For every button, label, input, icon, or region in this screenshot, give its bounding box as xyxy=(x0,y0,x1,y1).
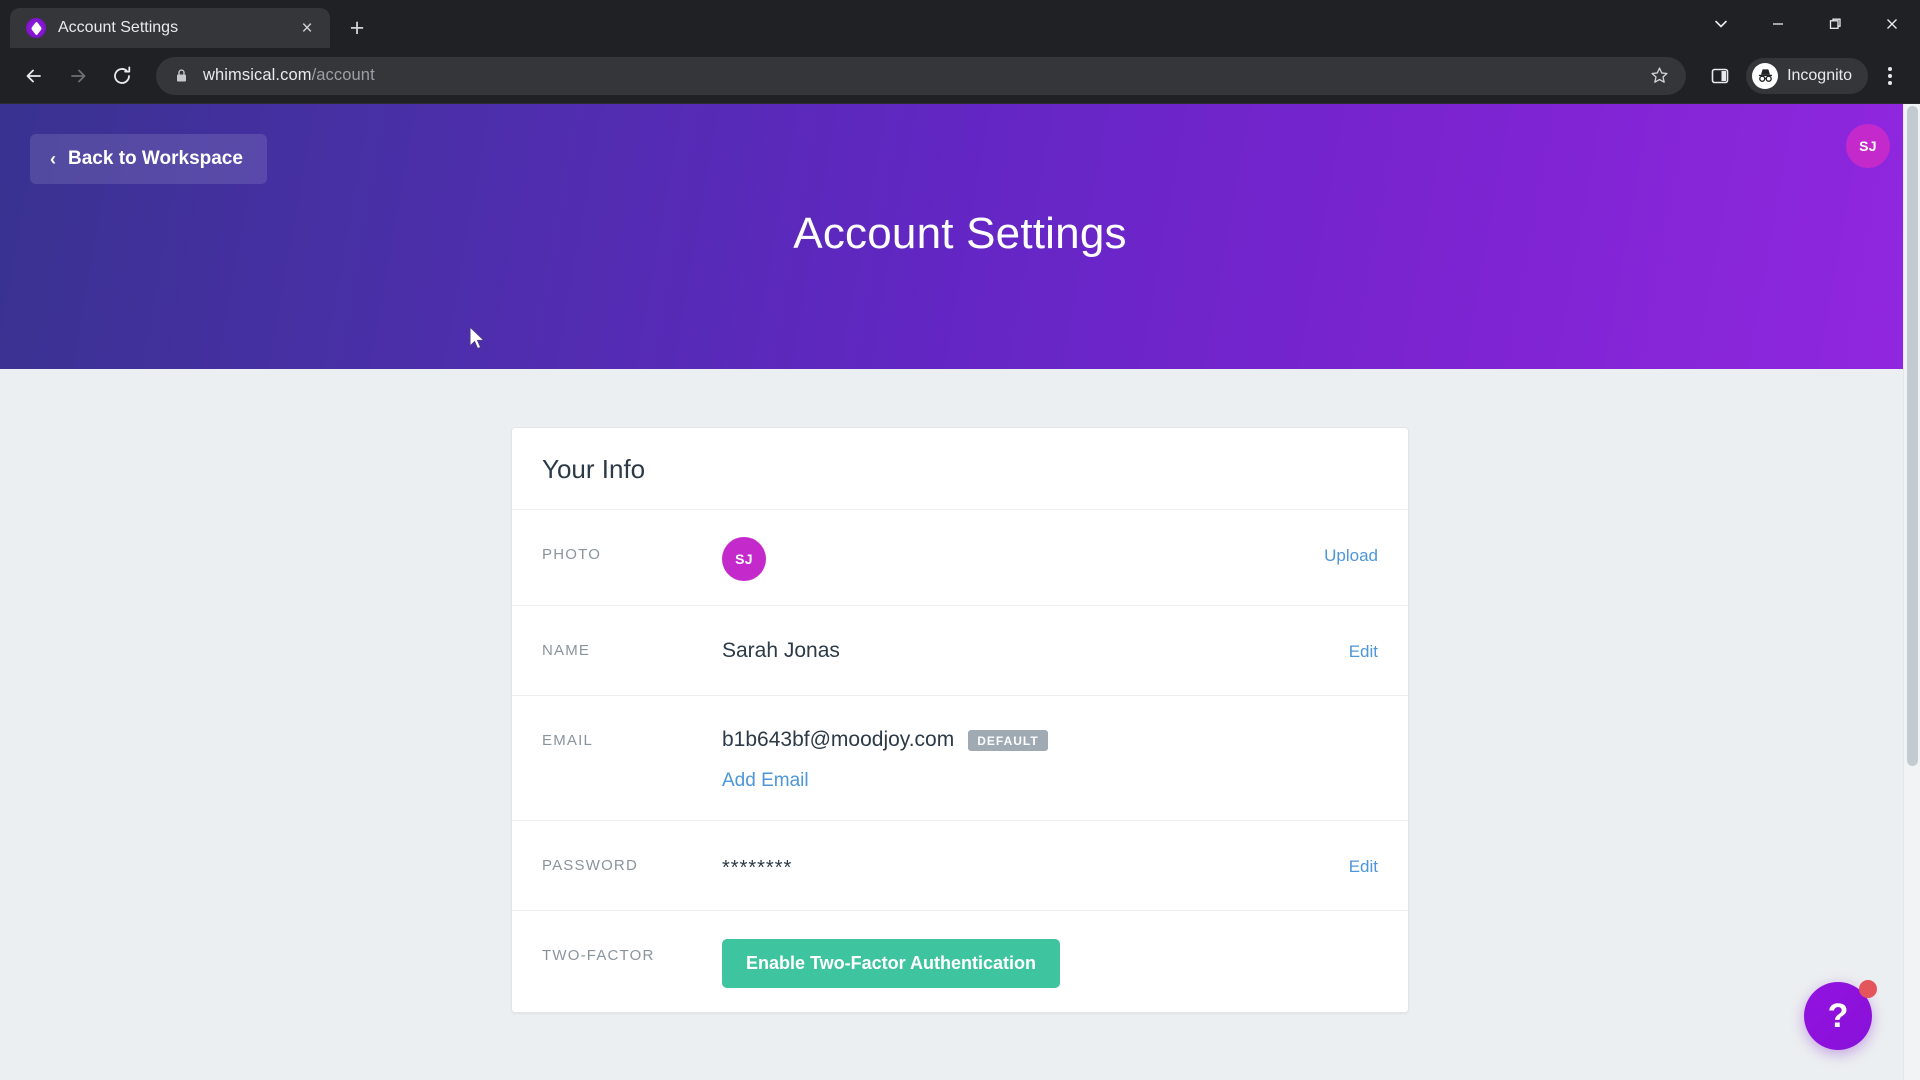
upload-link[interactable]: Upload xyxy=(1324,510,1378,566)
notification-dot xyxy=(1859,980,1877,998)
email-line: b1b643bf@moodjoy.com DEFAULT xyxy=(722,720,1378,752)
url-text: whimsical.com/account xyxy=(203,66,375,85)
name-text: Sarah Jonas xyxy=(722,639,840,662)
minimize-icon[interactable] xyxy=(1749,0,1806,48)
incognito-profile-chip[interactable]: Incognito xyxy=(1746,57,1868,94)
enable-two-factor-button[interactable]: Enable Two-Factor Authentication xyxy=(722,939,1061,988)
row-label-two-factor: TWO-FACTOR xyxy=(542,947,655,964)
table-row-email: EMAIL b1b643bf@moodjoy.com DEFAULT Add E… xyxy=(512,696,1408,821)
incognito-label: Incognito xyxy=(1787,66,1852,84)
lock-icon xyxy=(174,68,189,83)
password-masked-text: ******** xyxy=(722,857,793,879)
back-to-workspace-button[interactable]: ‹ Back to Workspace xyxy=(30,134,267,184)
chevron-left-icon: ‹ xyxy=(50,149,56,169)
header-avatar[interactable]: SJ xyxy=(1846,124,1890,168)
row-value-photo: SJ xyxy=(722,510,1324,605)
avatar[interactable]: SJ xyxy=(722,537,766,581)
omnibox-actions xyxy=(1642,59,1676,93)
url-domain: whimsical.com xyxy=(203,66,312,84)
table-row-name: NAME Sarah Jonas Edit xyxy=(512,606,1408,696)
status-badge: DEFAULT xyxy=(968,729,1048,751)
back-arrow-icon[interactable] xyxy=(14,56,54,96)
close-window-icon[interactable] xyxy=(1863,0,1920,48)
page-scrollbar[interactable] xyxy=(1903,104,1920,1080)
table-row-password: PASSWORD ******** Edit xyxy=(512,821,1408,911)
row-label-photo: PHOTO xyxy=(542,546,602,563)
tab-search-icon[interactable] xyxy=(1692,0,1749,48)
table-row-photo: PHOTO SJ Upload xyxy=(512,510,1408,606)
edit-name-link[interactable]: Edit xyxy=(1349,606,1378,662)
tab-strip: Account Settings × + xyxy=(0,0,1920,48)
maximize-icon[interactable] xyxy=(1806,0,1863,48)
add-email-link[interactable]: Add Email xyxy=(722,770,1378,796)
new-tab-button[interactable]: + xyxy=(340,11,374,45)
url-path: /account xyxy=(311,66,375,84)
whimsical-diamond-icon xyxy=(26,18,46,38)
your-info-card: Your Info PHOTO SJ Upload NAME Sarah Jon… xyxy=(511,427,1409,1013)
row-value-password: ******** xyxy=(722,821,1349,904)
row-label-email: EMAIL xyxy=(542,732,594,749)
window-controls xyxy=(1692,0,1920,48)
scrollbar-thumb[interactable] xyxy=(1907,106,1918,766)
back-to-workspace-label: Back to Workspace xyxy=(68,148,243,169)
row-value-email: b1b643bf@moodjoy.com DEFAULT Add Email xyxy=(722,696,1378,820)
row-label-password: PASSWORD xyxy=(542,857,638,874)
page-viewport: ‹ Back to Workspace SJ Account Settings … xyxy=(0,104,1920,1080)
edit-password-link[interactable]: Edit xyxy=(1349,821,1378,877)
page-header-banner: ‹ Back to Workspace SJ Account Settings xyxy=(0,104,1920,369)
toolbar-right-actions: Incognito xyxy=(1700,56,1910,96)
row-value-name: Sarah Jonas xyxy=(722,606,1349,687)
card-title: Your Info xyxy=(542,454,646,484)
forward-arrow-icon xyxy=(58,56,98,96)
browser-toolbar: whimsical.com/account Incognito xyxy=(0,48,1920,104)
reload-icon[interactable] xyxy=(102,56,142,96)
side-panel-icon[interactable] xyxy=(1700,56,1740,96)
content-area: Your Info PHOTO SJ Upload NAME Sarah Jon… xyxy=(0,369,1920,1013)
star-icon[interactable] xyxy=(1642,59,1676,93)
address-bar[interactable]: whimsical.com/account xyxy=(156,56,1687,95)
email-text: b1b643bf@moodjoy.com xyxy=(722,728,955,751)
kebab-menu-icon[interactable] xyxy=(1870,56,1910,96)
incognito-hat-icon xyxy=(1752,62,1779,89)
browser-tab-account-settings[interactable]: Account Settings × xyxy=(10,8,330,48)
row-value-two-factor: Enable Two-Factor Authentication xyxy=(722,911,1378,1012)
close-tab-icon[interactable]: × xyxy=(294,15,320,41)
tab-title: Account Settings xyxy=(58,19,179,36)
browser-window: Account Settings × + whimsical.com/accou… xyxy=(0,0,1920,1080)
page-title: Account Settings xyxy=(793,209,1127,258)
table-row-two-factor: TWO-FACTOR Enable Two-Factor Authenticat… xyxy=(512,911,1408,1012)
card-header: Your Info xyxy=(512,428,1408,510)
row-label-name: NAME xyxy=(542,642,591,659)
